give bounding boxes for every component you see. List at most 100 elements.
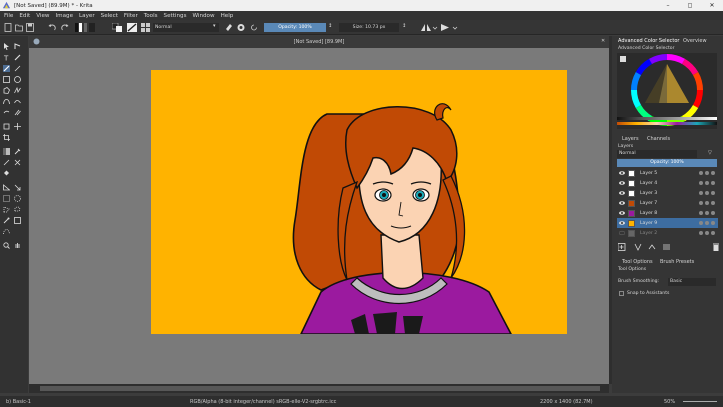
transform-tool-icon[interactable] (3, 123, 10, 130)
visibility-eye-icon[interactable] (619, 190, 625, 196)
line-tool-icon[interactable] (14, 65, 21, 72)
layer-row[interactable]: Layer 2 (617, 228, 718, 238)
freehand-select-icon[interactable] (14, 206, 21, 213)
menu-file[interactable]: File (4, 13, 13, 19)
pan-tool-icon[interactable] (14, 242, 21, 249)
text-tool-icon[interactable]: T (3, 54, 10, 62)
reload-preset-icon[interactable] (250, 23, 258, 32)
menu-select[interactable]: Select (101, 13, 118, 19)
polyline-tool-icon[interactable] (14, 87, 21, 94)
layer-flags[interactable] (699, 221, 715, 225)
layer-flags[interactable] (699, 171, 715, 175)
brush-preset-icon[interactable] (127, 23, 137, 32)
assistant-tool-icon[interactable] (14, 184, 21, 191)
zoom-slider[interactable] (683, 401, 717, 402)
tab-tool-options[interactable]: Tool Options (622, 259, 653, 265)
grid-icon[interactable] (141, 23, 150, 32)
filter-icon[interactable]: ▽ (708, 150, 712, 156)
zoom-level[interactable]: 50% (664, 399, 675, 405)
layer-row[interactable]: Layer 8 (617, 208, 718, 218)
close-document-icon[interactable]: ✕ (601, 38, 605, 44)
document-tab[interactable]: [Not Saved] [89.9M] (29, 36, 609, 48)
rectangle-tool-icon[interactable] (3, 76, 10, 83)
mirror-vertical-icon[interactable] (440, 23, 458, 32)
menu-layer[interactable]: Layer (79, 13, 95, 19)
crop-tool-icon[interactable] (3, 134, 10, 141)
menu-settings[interactable]: Settings (164, 13, 187, 19)
eraser-icon[interactable] (225, 23, 233, 32)
smart-patch-icon[interactable] (14, 159, 21, 166)
brush-preset-status[interactable]: b) Basic-1 (6, 399, 31, 405)
visibility-eye-icon[interactable] (619, 180, 625, 186)
menu-filter[interactable]: Filter (124, 13, 138, 19)
layer-opacity-slider[interactable]: Opacity: 100% (617, 159, 717, 167)
foreground-background-color-icon[interactable] (112, 23, 122, 32)
layer-flags[interactable] (699, 201, 715, 205)
calligraphy-icon[interactable] (14, 54, 21, 61)
fill-tool-icon[interactable] (3, 170, 10, 177)
layer-blend-mode-select[interactable]: Normal (617, 150, 697, 158)
contiguous-select-icon[interactable] (3, 217, 10, 224)
close-button[interactable]: ✕ (701, 0, 723, 11)
artwork-canvas[interactable] (151, 70, 567, 334)
maximize-button[interactable]: ◻ (679, 0, 701, 11)
zoom-tool-icon[interactable] (3, 242, 10, 249)
layer-row[interactable]: Layer 3 (617, 188, 718, 198)
move-tool-icon[interactable] (14, 123, 21, 130)
visibility-eye-icon[interactable] (619, 170, 625, 176)
fill-gradients-icon[interactable] (75, 23, 95, 32)
menu-help[interactable]: Help (221, 13, 234, 19)
open-folder-icon[interactable] (15, 23, 23, 32)
menu-image[interactable]: Image (56, 13, 74, 19)
tab-brush-presets[interactable]: Brush Presets (660, 259, 694, 265)
menu-edit[interactable]: Edit (19, 13, 30, 19)
visibility-eye-icon[interactable] (619, 210, 625, 216)
recent-colors-strip[interactable] (617, 122, 717, 125)
trash-icon[interactable] (713, 243, 719, 251)
gradient-tool-icon[interactable] (3, 148, 10, 155)
snap-assistants-checkbox[interactable] (619, 291, 624, 296)
menu-window[interactable]: Window (193, 13, 215, 19)
polygon-tool-icon[interactable] (3, 87, 10, 94)
opacity-slider[interactable]: Opacity: 100% (264, 23, 326, 32)
visibility-eye-icon[interactable] (619, 200, 625, 206)
measure-tool-icon[interactable] (3, 184, 10, 191)
colorize-mask-icon[interactable] (3, 159, 10, 166)
mirror-horizontal-icon[interactable] (420, 23, 438, 32)
blend-mode-select[interactable]: Normal (153, 23, 219, 32)
ellipse-tool-icon[interactable] (14, 76, 21, 83)
color-picker-icon[interactable] (14, 148, 21, 155)
bezier-tool-icon[interactable] (3, 98, 10, 105)
freehand-brush-icon[interactable] (3, 65, 10, 72)
hidden-eye-icon[interactable] (619, 230, 625, 236)
polygon-select-icon[interactable] (3, 206, 10, 213)
layer-row-selected[interactable]: Layer 9 (617, 218, 718, 228)
layer-row[interactable]: Layer 5 (617, 168, 718, 178)
freehand-path-icon[interactable] (14, 98, 21, 105)
layer-flags[interactable] (699, 191, 715, 195)
layer-row[interactable]: Layer 7 (617, 198, 718, 208)
tab-overview[interactable]: Overview (683, 38, 707, 44)
preserve-alpha-icon[interactable] (237, 23, 245, 32)
redo-icon[interactable] (61, 23, 69, 32)
tab-advanced-color-selector[interactable]: Advanced Color Selector (618, 38, 679, 44)
multibrush-icon[interactable] (14, 109, 21, 116)
opacity-reset-icon[interactable]: ↕ (328, 23, 332, 32)
save-icon[interactable] (26, 23, 34, 32)
edit-shapes-icon[interactable] (14, 43, 21, 50)
undo-icon[interactable] (48, 23, 56, 32)
tab-layers[interactable]: Layers (622, 136, 639, 142)
color-history-strip[interactable] (617, 117, 717, 120)
layer-row[interactable]: Layer 4 (617, 178, 718, 188)
color-space-status[interactable]: RGB/Alpha (8-bit integer/channel) sRGB-e… (190, 399, 336, 405)
tab-channels[interactable]: Channels (647, 136, 670, 142)
similar-select-icon[interactable] (14, 217, 21, 224)
horizontal-scrollbar-thumb[interactable] (40, 386, 600, 391)
new-document-icon[interactable] (4, 23, 12, 32)
menu-tools[interactable]: Tools (144, 13, 158, 19)
size-slider[interactable]: Size: 10.73 px (339, 23, 399, 32)
dynamic-brush-icon[interactable] (3, 109, 10, 116)
bezier-select-icon[interactable] (3, 228, 10, 235)
visibility-eye-icon[interactable] (619, 220, 625, 226)
ellipse-select-icon[interactable] (14, 195, 21, 202)
